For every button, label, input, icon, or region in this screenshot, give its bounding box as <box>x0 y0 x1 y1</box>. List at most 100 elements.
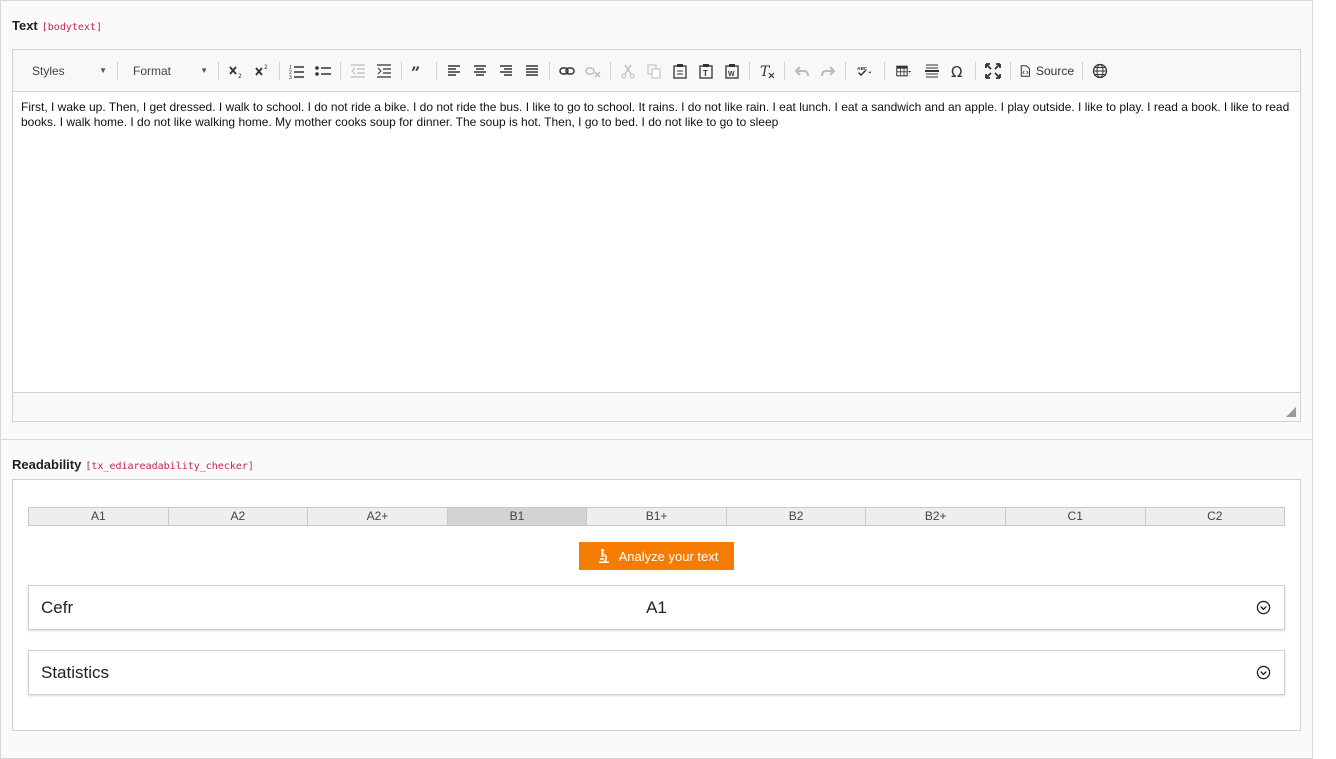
toolbar-separator <box>784 61 785 80</box>
toolbar-separator <box>340 61 341 80</box>
language-icon <box>1092 63 1108 78</box>
horizontal-line-button[interactable] <box>919 59 945 83</box>
table-icon <box>896 65 912 76</box>
align-right-button[interactable] <box>493 59 519 83</box>
svg-text:2: 2 <box>238 73 242 79</box>
blockquote-icon: ” <box>411 63 420 79</box>
styles-dropdown-label: Styles <box>32 63 65 78</box>
special-char-button[interactable]: Ω <box>945 59 971 83</box>
chevron-down-circle-icon <box>1256 665 1271 680</box>
paste-button[interactable] <box>667 59 693 83</box>
blockquote-button[interactable]: ” <box>406 59 432 83</box>
bodytext-code: [bodytext] <box>41 22 102 33</box>
analyze-button-label: Analyze your text <box>618 548 719 564</box>
remove-format-icon: T <box>760 64 775 79</box>
redo-button[interactable] <box>815 59 841 83</box>
toolbar-separator <box>549 61 550 80</box>
toolbar-separator <box>610 61 611 80</box>
resize-handle-icon[interactable] <box>1286 407 1296 417</box>
styles-dropdown[interactable]: Styles ▼ <box>21 59 113 83</box>
statistics-accordion[interactable]: Statistics <box>28 650 1285 695</box>
remove-format-button[interactable]: T <box>754 59 780 83</box>
redo-icon <box>821 65 836 76</box>
maximize-icon <box>985 62 1001 79</box>
svg-text:ABC: ABC <box>857 66 868 72</box>
cefr-level-b2: B2 <box>726 508 867 525</box>
editor-toolbar: Styles ▼ Format ▼ 2 2 123 ” T W T ABC Ω … <box>13 50 1300 92</box>
toolbar-separator <box>436 61 437 80</box>
cefr-level-c1: C1 <box>1005 508 1146 525</box>
table-button[interactable] <box>889 59 919 83</box>
horizontal-line-icon <box>925 64 939 77</box>
align-left-button[interactable] <box>441 59 467 83</box>
align-center-button[interactable] <box>467 59 493 83</box>
unlink-icon <box>585 66 601 77</box>
paste-text-icon: T <box>699 63 713 79</box>
source-button-label: Source <box>1036 63 1075 78</box>
cut-icon <box>621 64 635 78</box>
undo-button[interactable] <box>789 59 815 83</box>
outdent-button[interactable] <box>345 59 371 83</box>
spellcheck-button[interactable]: ABC <box>850 59 880 83</box>
source-button[interactable]: Source <box>1015 59 1078 83</box>
rich-text-editor: Styles ▼ Format ▼ 2 2 123 ” T W T ABC Ω … <box>12 49 1301 422</box>
cefr-level-scale: A1 A2 A2+ B1 B1+ B2 B2+ C1 C2 <box>28 507 1285 526</box>
special-char-icon: Ω <box>951 63 962 79</box>
cefr-level-b1: B1 <box>447 508 588 525</box>
spellcheck-icon: ABC <box>857 66 872 76</box>
link-icon <box>559 66 575 75</box>
cefr-level-a2: A2 <box>168 508 309 525</box>
readability-label: Readability <box>12 457 82 472</box>
toolbar-separator <box>117 61 118 80</box>
cefr-accordion-title: Cefr <box>41 597 74 617</box>
indent-button[interactable] <box>371 59 397 83</box>
analyze-text-button[interactable]: Analyze your text <box>579 542 734 570</box>
link-button[interactable] <box>554 59 580 83</box>
bodytext-label: Text <box>12 18 38 33</box>
cefr-result-value: A1 <box>646 597 667 617</box>
subscript-button[interactable]: 2 <box>223 59 249 83</box>
toolbar-separator <box>845 61 846 80</box>
cefr-level-a2-plus: A2+ <box>308 508 448 525</box>
statistics-accordion-title: Statistics <box>41 662 110 682</box>
toolbar-separator <box>279 61 280 80</box>
paste-icon <box>673 63 687 79</box>
toolbar-separator <box>749 61 750 80</box>
toolbar-separator <box>1010 61 1011 80</box>
readability-field-label: Readability [tx_ediareadability_checker] <box>12 457 254 472</box>
toolbar-separator <box>884 61 885 80</box>
align-center-icon <box>474 64 486 76</box>
editor-text: First, I wake up. Then, I get dressed. I… <box>21 100 1290 129</box>
format-dropdown[interactable]: Format ▼ <box>122 59 214 83</box>
numbered-list-button[interactable]: 123 <box>284 59 310 83</box>
editor-statusbar <box>13 392 1300 421</box>
superscript-button[interactable]: 2 <box>249 59 275 83</box>
paste-word-button[interactable]: W <box>719 59 745 83</box>
toolbar-separator <box>401 61 402 80</box>
chevron-down-icon: ▼ <box>200 66 208 75</box>
justify-icon <box>526 64 538 76</box>
copy-button[interactable] <box>641 59 667 83</box>
svg-text:T: T <box>703 69 708 78</box>
bulleted-list-button[interactable] <box>310 59 336 83</box>
language-button[interactable] <box>1087 59 1113 83</box>
toolbar-separator <box>975 61 976 80</box>
bodytext-panel: Text [bodytext] Styles ▼ Format ▼ 2 2 123 <box>0 0 1313 440</box>
cefr-level-a1: A1 <box>29 508 169 525</box>
subscript-icon: 2 <box>229 65 242 79</box>
justify-button[interactable] <box>519 59 545 83</box>
svg-text:W: W <box>728 71 735 78</box>
cefr-level-b2-plus: B2+ <box>866 508 1006 525</box>
cut-button[interactable] <box>615 59 641 83</box>
svg-text:2: 2 <box>264 64 268 71</box>
superscript-icon: 2 <box>255 64 268 76</box>
paste-text-button[interactable]: T <box>693 59 719 83</box>
unlink-button[interactable] <box>580 59 606 83</box>
format-dropdown-label: Format <box>133 63 172 78</box>
maximize-button[interactable] <box>980 59 1006 83</box>
editor-content-area[interactable]: First, I wake up. Then, I get dressed. I… <box>13 92 1300 392</box>
cefr-accordion[interactable]: Cefr A1 <box>28 585 1285 630</box>
chevron-down-icon: ▼ <box>99 66 107 75</box>
cefr-level-b1-plus: B1+ <box>587 508 727 525</box>
indent-icon <box>377 63 391 78</box>
